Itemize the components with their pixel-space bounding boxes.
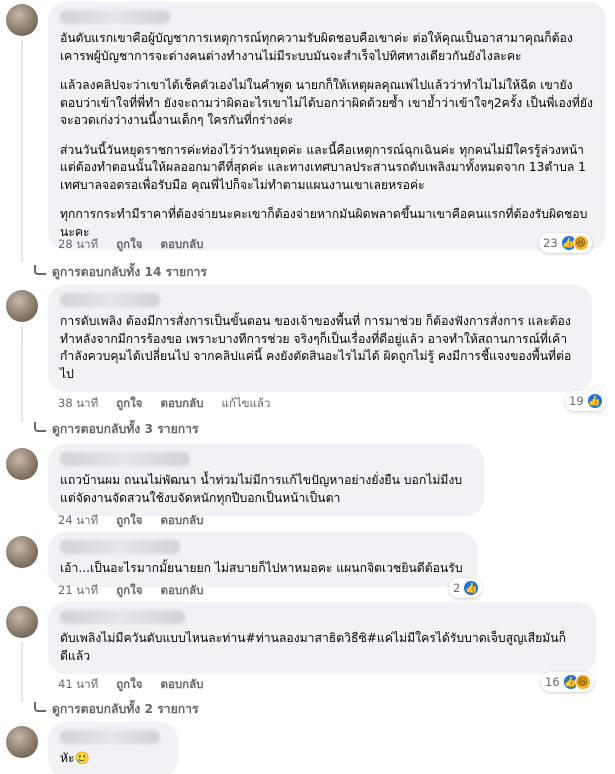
reaction-count: 23 [543,236,558,250]
like-button[interactable]: ถูกใจ [116,512,142,530]
avatar[interactable] [6,606,38,638]
view-replies-label: ดูการตอบกลับทั้ง 2 รายการ [52,702,199,716]
reaction-count: 16 [545,675,560,689]
comment-bubble: ดับเพลิงไม่มีควันดับแบบไหนละท่าน#ท่านลอง… [48,602,596,674]
reaction-summary[interactable]: 23 👍 😆 [539,233,592,253]
timestamp: 28 นาที [58,237,99,251]
reply-arrow-icon [34,264,46,275]
timestamp: 21 นาที [58,583,99,597]
commenter-name-blurred[interactable] [60,730,160,744]
reply-button[interactable]: ตอบกลับ [160,236,203,254]
view-replies-link[interactable]: ดูการตอบกลับทั้ง 14 รายการ [34,263,207,282]
like-button[interactable]: ถูกใจ [116,582,142,600]
like-button[interactable]: ถูกใจ [116,236,142,254]
reply-button[interactable]: ตอบกลับ [160,395,203,413]
comment-text: ส่วนวันนี้วันหยุดราชการค่ะท่องไว้ว่าวันห… [60,142,586,192]
reaction-summary[interactable]: 19 👍 [565,391,606,411]
avatar[interactable] [6,448,38,480]
reply-button[interactable]: ตอบกลับ [160,582,203,600]
thread-line [21,326,23,422]
reply-button[interactable]: ตอบกลับ [160,512,203,530]
haha-icon: 😆 [572,235,589,251]
reaction-summary[interactable]: 2 👍 [449,578,483,598]
reply-button[interactable]: ตอบกลับ [160,676,203,694]
comment-actions: 24 นาที ถูกใจ ตอบกลับ [58,512,203,530]
comment-text: การดับเพลิง ต้องมีการสั่งการเป็นขั้นตอน … [60,314,572,381]
comment-actions: 21 นาที ถูกใจ ตอบกลับ [58,582,203,600]
timestamp: 38 นาที [58,396,99,410]
view-replies-link[interactable]: ดูการตอบกลับทั้ง 2 รายการ [34,700,199,719]
like-button[interactable]: ถูกใจ [116,395,142,413]
comment-bubble: หัะ🥲 [48,722,178,774]
comment-bubble: แถวบ้านผม ถนนไม่พัฒนา น้ำท่วมไม่มีการแก้… [48,444,484,516]
comment-actions: 38 นาที ถูกใจ ตอบกลับ แก้ไขแล้ว [58,395,270,413]
comment-text: เอ้า...เป็นอะไรมากมั้ยนายยก ไม่สบายก็ไปห… [60,561,463,575]
avatar[interactable] [6,4,38,36]
comment-bubble: เอ้า...เป็นอะไรมากมั้ยนายยก ไม่สบายก็ไปห… [48,532,478,587]
reply-arrow-icon [34,421,46,432]
thread-line [21,642,23,702]
comment-actions: 28 นาที ถูกใจ ตอบกลับ [58,236,203,254]
thread-line [21,40,23,262]
commenter-name-blurred[interactable] [60,293,160,307]
reply-arrow-icon [34,701,46,712]
comment-actions: 41 นาที ถูกใจ ตอบกลับ [58,676,203,694]
avatar[interactable] [6,290,38,322]
comment-text: แถวบ้านผม ถนนไม่พัฒนา น้ำท่วมไม่มีการแก้… [60,473,463,505]
commenter-name-blurred[interactable] [60,452,190,466]
commenter-name-blurred[interactable] [60,610,185,624]
like-icon: 👍 [586,393,603,409]
reaction-summary[interactable]: 16 👍 😆 [541,672,594,692]
timestamp: 41 นาที [58,677,99,691]
view-replies-label: ดูการตอบกลับทั้ง 3 รายการ [52,422,199,436]
avatar[interactable] [6,536,38,568]
view-replies-label: ดูการตอบกลับทั้ง 14 รายการ [52,265,207,279]
commenter-name-blurred[interactable] [60,10,170,24]
commenter-name-blurred[interactable] [60,540,180,554]
haha-icon: 😆 [574,674,591,690]
reaction-count: 2 [453,581,461,595]
like-icon: 👍 [463,580,480,596]
comment-bubble: อันดับแรกเขาคือผู้บัญชาการเหตุการณ์ทุกคว… [48,2,606,250]
avatar[interactable] [6,726,38,758]
reaction-count: 19 [569,394,584,408]
like-button[interactable]: ถูกใจ [116,676,142,694]
comment-text: ดับเพลิงไม่มีควันดับแบบไหนละท่าน#ท่านลอง… [60,631,566,663]
timestamp: 24 นาที [58,513,99,527]
comment-bubble: การดับเพลิง ต้องมีการสั่งการเป็นขั้นตอน … [48,285,592,392]
edited-label: แก้ไขแล้ว [221,396,271,410]
view-replies-link[interactable]: ดูการตอบกลับทั้ง 3 รายการ [34,420,199,439]
comment-text: อันดับแรกเขาคือผู้บัญชาการเหตุการณ์ทุกคว… [60,31,573,63]
comment-text: แล้วลงคลิปจะว่าเขาได้เช็คตัวเองไม่ในคำพู… [60,78,593,127]
comment-text: หัะ🥲 [60,751,90,765]
